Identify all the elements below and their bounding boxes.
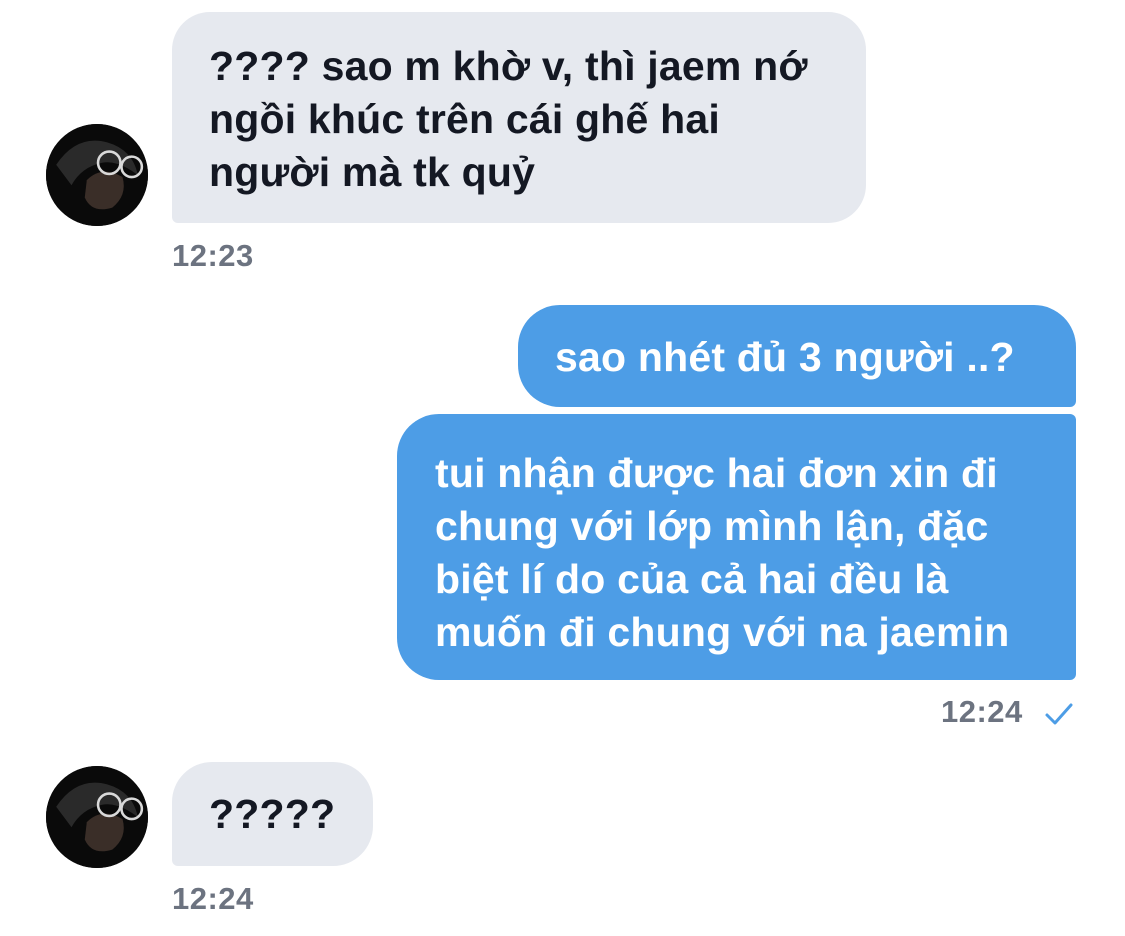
message-bubble-incoming[interactable]: ???? sao m khờ v, thì jaem nớ ngồi khúc …: [172, 12, 866, 223]
message-bubble-incoming[interactable]: ?????: [172, 762, 373, 866]
contact-avatar[interactable]: [46, 766, 148, 868]
message-timestamp: 12:23: [172, 238, 254, 273]
avatar-photo-icon: [46, 124, 148, 226]
message-bubble-outgoing[interactable]: tui nhận được hai đơn xin đi chung với l…: [397, 414, 1076, 680]
contact-avatar[interactable]: [46, 124, 148, 226]
check-icon: [1045, 703, 1073, 725]
conversation-view: { "messages": [ { "direction": "incoming…: [0, 0, 1125, 936]
message-timestamp: 12:24: [172, 881, 254, 916]
message-timestamp: 12:24: [941, 694, 1023, 729]
message-bubble-outgoing[interactable]: sao nhét đủ 3 người ..?: [518, 305, 1076, 407]
avatar-photo-icon: [46, 766, 148, 868]
